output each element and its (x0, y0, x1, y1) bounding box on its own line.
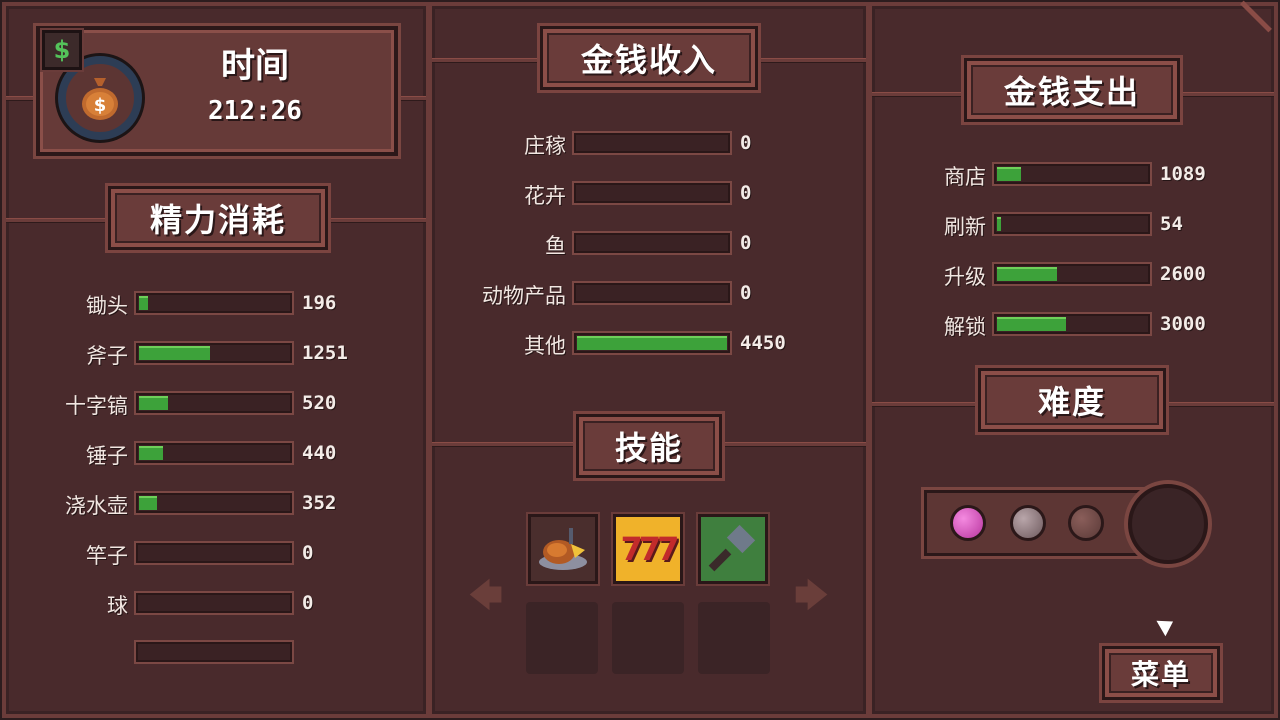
expense-value: 2600 (1160, 263, 1206, 285)
energy-bar (134, 341, 294, 365)
energy-bar-fill (139, 396, 168, 410)
energy-value: 0 (302, 542, 314, 564)
income-bar (572, 281, 732, 305)
income-label: 动物产品 (482, 284, 566, 308)
income-value: 0 (740, 132, 752, 154)
skills-title: 技能 (576, 414, 722, 478)
energy-bar (134, 491, 294, 515)
expense-title: 金钱支出 (964, 58, 1180, 122)
energy-label: 浇水壶 (65, 494, 128, 518)
energy-label: 十字镐 (65, 394, 128, 418)
expense-bar (992, 312, 1152, 336)
energy-value: 520 (302, 392, 337, 414)
expense-label: 升级 (944, 265, 986, 289)
energy-bar (134, 541, 294, 565)
income-value: 0 (740, 282, 752, 304)
energy-label: 斧子 (86, 344, 128, 368)
energy-title: 精力消耗 (108, 186, 328, 250)
income-label: 庄稼 (524, 134, 566, 158)
energy-label: 锄头 (86, 294, 128, 318)
skill-slot[interactable] (698, 602, 770, 674)
energy-value: 0 (302, 592, 314, 614)
difficulty-dial[interactable] (1128, 484, 1208, 564)
expense-label: 刷新 (944, 215, 986, 239)
energy-bar-fill (139, 496, 157, 510)
energy-label: 竿子 (86, 544, 128, 568)
energy-bar (134, 391, 294, 415)
difficulty-orb-brown[interactable] (1068, 505, 1104, 541)
income-bar (572, 331, 732, 355)
slot-777-icon[interactable]: 777 (613, 514, 683, 584)
expense-bar (992, 162, 1152, 186)
expense-bar-fill (997, 267, 1057, 281)
income-label: 花卉 (524, 184, 566, 208)
energy-bar (134, 291, 294, 315)
expense-label: 解锁 (944, 315, 986, 339)
arrow-right-icon[interactable]: 🡆 (794, 572, 829, 629)
svg-text:$: $ (94, 95, 107, 116)
empty-bar (134, 640, 294, 664)
income-label: 鱼 (545, 234, 566, 258)
income-title: 金钱收入 (540, 26, 758, 90)
income-value: 0 (740, 182, 752, 204)
energy-label: 锤子 (86, 444, 128, 468)
income-value: 4450 (740, 332, 786, 354)
expense-bar (992, 262, 1152, 286)
energy-bar (134, 591, 294, 615)
energy-bar (134, 441, 294, 465)
skill-slot[interactable] (526, 602, 598, 674)
income-bar (572, 231, 732, 255)
difficulty-orb-pink[interactable] (950, 505, 986, 541)
income-value: 0 (740, 232, 752, 254)
income-bar-fill (577, 336, 727, 350)
difficulty-title: 难度 (978, 368, 1166, 432)
income-bar (572, 181, 732, 205)
energy-value: 196 (302, 292, 337, 314)
difficulty-orb-gray[interactable] (1010, 505, 1046, 541)
expense-value: 54 (1160, 213, 1183, 235)
expense-bar (992, 212, 1152, 236)
expense-value: 3000 (1160, 313, 1206, 335)
menu-button[interactable]: 菜单 (1102, 646, 1220, 700)
time-title: 时间 (221, 46, 289, 86)
energy-bar-fill (139, 446, 163, 460)
skill-slot[interactable] (612, 602, 684, 674)
hammer-icon[interactable] (698, 514, 768, 584)
roast-chicken-icon[interactable] (528, 514, 598, 584)
arrow-left-icon[interactable]: 🡄 (468, 572, 503, 629)
income-bar (572, 131, 732, 155)
energy-value: 352 (302, 492, 337, 514)
expense-bar-fill (997, 217, 1001, 231)
expense-label: 商店 (944, 165, 986, 189)
energy-value: 1251 (302, 342, 348, 364)
energy-bar-fill (139, 296, 148, 310)
energy-value: 440 (302, 442, 337, 464)
dollar-sign-icon: $ (42, 30, 82, 70)
energy-bar-fill (139, 346, 210, 360)
expense-value: 1089 (1160, 163, 1206, 185)
income-label: 其他 (524, 334, 566, 358)
expense-bar-fill (997, 317, 1066, 331)
expense-bar-fill (997, 167, 1021, 181)
energy-label: 球 (107, 594, 128, 618)
time-value: 212:26 (208, 96, 302, 126)
